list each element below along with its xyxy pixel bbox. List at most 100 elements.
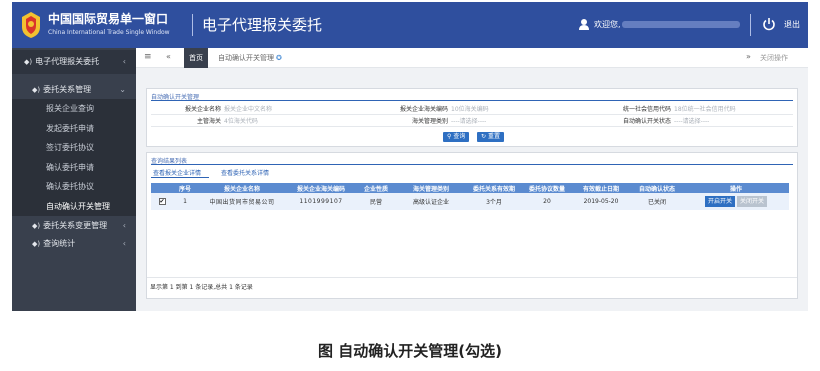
bullet-icon: ◆): [32, 86, 41, 94]
welcome-text: 欢迎您,: [594, 20, 621, 29]
tab-home[interactable]: 首页: [184, 48, 208, 68]
query-row: 报关企业名称 报关企业中文名称 报关企业海关编码 10位海关编码 统一社会信用代…: [151, 104, 793, 115]
close-operations-dropdown[interactable]: 关闭操作: [760, 48, 788, 68]
credit-code-label: 统一社会信用代码: [622, 106, 671, 113]
tab-label: 自动确认开关管理: [218, 54, 274, 62]
query-row: 主管海关 4位海关代码 海关管理类别 ----请选择---- 自动确认开关状态 …: [151, 116, 793, 127]
column-header: 企业性质: [355, 183, 397, 193]
sidebar-item-auto-confirm-switch[interactable]: 自动确认开关管理: [12, 196, 136, 216]
broker-name-cell: 中国出货同市贸易公司: [197, 193, 287, 210]
column-header: 报关企业名称: [197, 183, 287, 193]
operations-cell: 开启开关 关闭开关: [683, 193, 789, 210]
username-redacted: [622, 21, 740, 28]
bullet-icon: ◆): [32, 240, 41, 248]
pager-divider: [147, 277, 797, 278]
chevron-down-icon: ⌄: [119, 85, 126, 94]
tab-close-icon[interactable]: ✪: [276, 54, 282, 62]
sidebar-item-confirm-agreement[interactable]: 确认委托协议: [12, 177, 136, 197]
results-table: 序号 报关企业名称 报关企业海关编码 企业性质 海关管理类别 委托关系有效期 委…: [151, 183, 789, 210]
broker-name-label: 报关企业名称: [184, 106, 221, 113]
switch-status-label: 自动确认开关状态: [622, 118, 671, 125]
chevron-left-icon: ‹: [122, 239, 126, 248]
bullet-icon: ◆): [24, 58, 33, 66]
main-content: 自动确认开关管理 报关企业名称 报关企业中文名称 报关企业海关编码 10位海关编…: [136, 68, 808, 311]
reset-button-label: 重置: [487, 133, 500, 140]
sidebar-group-statistics[interactable]: ◆) 查询统计 ‹: [12, 234, 136, 253]
enable-switch-button[interactable]: 开启开关: [704, 196, 735, 207]
switch-status-select[interactable]: ----请选择----: [674, 116, 709, 125]
app-window: 中国国际贸易单一窗口 China International Trade Sin…: [12, 2, 808, 311]
figure-caption: 图 自动确认开关管理(勾选): [318, 342, 502, 360]
category-cell: 高级认证企业: [397, 193, 465, 210]
header-divider: [750, 14, 751, 36]
sidebar-group-change-management[interactable]: ◆) 委托关系变更管理 ‹: [12, 216, 136, 235]
menu-toggle-icon[interactable]: ≡: [144, 52, 152, 62]
sidebar-item-broker-query[interactable]: 报关企业查询: [12, 99, 136, 119]
broker-code-input[interactable]: 10位海关编码: [451, 104, 489, 113]
sidebar-item-sign-agreement[interactable]: 签订委托协议: [12, 138, 136, 158]
brand-title: 中国国际贸易单一窗口: [48, 12, 169, 26]
sidebar-group-relationship[interactable]: ◆) 委托关系管理 ⌄: [12, 80, 136, 99]
sidebar-item-label: 电子代理报关委托: [35, 57, 100, 66]
table-row[interactable]: ✔ 1 中国出货同市贸易公司 1101999107 民营 高级认证企业 3个月 …: [151, 193, 789, 210]
column-header: [151, 183, 173, 193]
broker-code-cell: 1101999107: [287, 193, 355, 210]
status-cell: 已关闭: [631, 193, 683, 210]
sidebar: ◆) 电子代理报关委托 ‹ ◆) 委托关系管理 ⌄ 报关企业查询 发起委托申请 签订…: [12, 48, 136, 311]
query-panel: 自动确认开关管理 报关企业名称 报关企业中文名称 报关企业海关编码 10位海关编…: [146, 88, 798, 147]
row-no: 1: [173, 193, 197, 210]
broker-code-label: 报关企业海关编码: [399, 106, 448, 113]
pager-info: 显示第 1 到第 1 条记录,总共 1 条记录: [150, 284, 253, 291]
tab-bar: ≡ « 首页 自动确认开关管理 ✪ » 关闭操作: [136, 48, 808, 68]
system-title: 电子代理报关委托: [202, 16, 323, 34]
search-icon: ⚲: [447, 133, 452, 140]
column-header: 操作: [683, 183, 789, 193]
brand-subtitle: China International Trade Single Window: [48, 29, 170, 36]
sidebar-group-label: 查询统计: [43, 239, 76, 248]
top-bar: 中国国际贸易单一窗口 China International Trade Sin…: [12, 2, 808, 48]
tab-broker-details[interactable]: 查看报关企业详情: [153, 168, 201, 177]
scroll-left-icon[interactable]: «: [166, 52, 171, 61]
brand-divider: [192, 14, 193, 36]
table-header-row: 序号 报关企业名称 报关企业海关编码 企业性质 海关管理类别 委托关系有效期 委…: [151, 183, 789, 193]
nature-cell: 民营: [355, 193, 397, 210]
results-panel-rule: [151, 164, 793, 165]
sidebar-group-label: 委托关系管理: [43, 85, 92, 94]
column-header: 有效截止日期: [571, 183, 631, 193]
validity-cell: 3个月: [465, 193, 523, 210]
sidebar-item-agent-declaration[interactable]: ◆) 电子代理报关委托 ‹: [12, 50, 136, 74]
broker-name-input[interactable]: 报关企业中文名称: [224, 104, 272, 113]
chevron-left-icon: ‹: [122, 221, 126, 230]
tab-relationship-details[interactable]: 查看委托关系详情: [221, 168, 269, 177]
tab-auto-confirm-switch[interactable]: 自动确认开关管理 ✪: [218, 48, 282, 68]
count-cell: 20: [523, 193, 571, 210]
row-checkbox[interactable]: ✔: [158, 198, 166, 205]
power-icon[interactable]: [762, 17, 776, 31]
customs-category-label: 海关管理类别: [411, 118, 448, 125]
reset-button[interactable]: ↻ 重置: [477, 132, 504, 142]
scroll-right-icon[interactable]: »: [746, 52, 751, 61]
single-window-logo-icon: [22, 12, 40, 38]
results-panel: 查询结果列表 查看报关企业详情 查看委托关系详情 序号 报关企业名称 报关企业海…: [146, 152, 798, 299]
chevron-left-icon: ‹: [122, 57, 126, 66]
disable-switch-button[interactable]: 关闭开关: [737, 196, 768, 207]
customs-office-label: 主管海关: [196, 118, 221, 125]
column-header: 序号: [173, 183, 197, 193]
row-select-cell: ✔: [151, 193, 173, 210]
logout-link[interactable]: 退出: [784, 19, 800, 30]
column-header: 报关企业海关编码: [287, 183, 355, 193]
customs-category-select[interactable]: ----请选择----: [451, 116, 486, 125]
column-header: 委托关系有效期: [465, 183, 523, 193]
credit-code-input[interactable]: 18位统一社会信用代码: [674, 104, 736, 113]
refresh-icon: ↻: [481, 133, 487, 140]
column-header: 海关管理类别: [397, 183, 465, 193]
deadline-cell: 2019-05-20: [571, 193, 631, 210]
search-button[interactable]: ⚲ 查询: [443, 132, 470, 142]
search-button-label: 查询: [453, 133, 466, 140]
column-header: 委托协议数量: [523, 183, 571, 193]
column-header: 自动确认状态: [631, 183, 683, 193]
sidebar-item-initiate-request[interactable]: 发起委托申请: [12, 118, 136, 138]
sidebar-item-confirm-request[interactable]: 确认委托申请: [12, 157, 136, 177]
sidebar-group-label: 委托关系变更管理: [43, 221, 108, 230]
customs-office-input[interactable]: 4位海关代码: [224, 116, 258, 125]
